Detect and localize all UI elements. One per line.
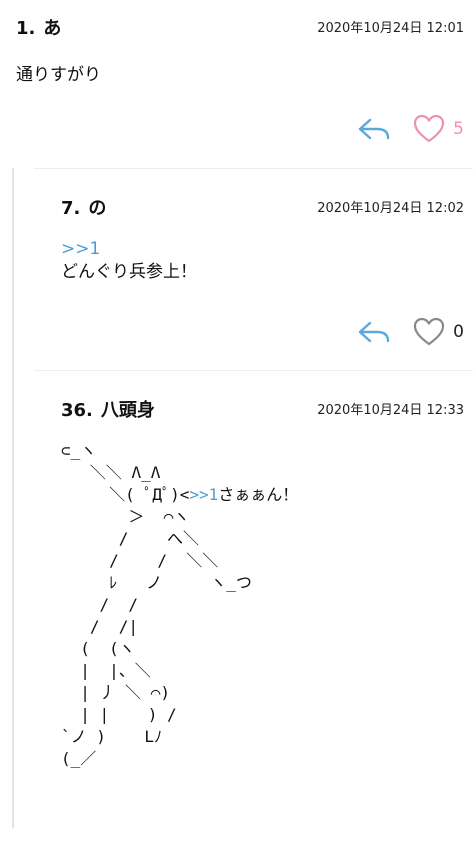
divider <box>34 168 473 169</box>
post-author: あ <box>43 18 62 39</box>
divider <box>34 370 473 371</box>
like-count: 0 <box>453 322 464 342</box>
like-count: 5 <box>453 119 464 139</box>
post-title: 1. あ <box>16 14 61 40</box>
post-author: の <box>88 198 107 219</box>
post-title: 36. 八頭身 <box>61 396 155 422</box>
reply-anchor-link[interactable]: >>1 <box>61 238 197 261</box>
ascii-art-part: ⊂_ヽ ＼＼ Λ_Λ ＼( ﾟДﾟ)< <box>61 441 190 504</box>
post-number: 36. <box>61 400 93 421</box>
like-button[interactable] <box>413 317 445 347</box>
reply-arrow-icon <box>358 321 390 343</box>
heart-icon <box>414 317 445 346</box>
heart-icon <box>414 114 445 143</box>
post-actions: 5 <box>357 112 464 146</box>
reply-button[interactable] <box>357 117 391 141</box>
post-header: 1. あ 2020年10月24日 12:01 <box>16 14 464 44</box>
post-date: 2020年10月24日 12:02 <box>317 201 464 216</box>
reply-arrow-icon <box>358 118 390 140</box>
like-button[interactable] <box>413 114 445 144</box>
post-date: 2020年10月24日 12:01 <box>317 21 464 36</box>
post-header: 36. 八頭身 2020年10月24日 12:33 <box>61 396 464 426</box>
ascii-art-body: ⊂_ヽ ＼＼ Λ_Λ ＼( ﾟДﾟ)<>>1さぁぁん！ ＞ ⌒ヽ / へ＼ / … <box>61 440 298 770</box>
post-body: >>1 どんぐり兵参上！ <box>61 238 197 284</box>
reply-anchor-link[interactable]: >>1 <box>189 485 218 504</box>
post-text: どんぐり兵参上！ <box>61 262 197 282</box>
reply-button[interactable] <box>357 320 391 344</box>
post-date: 2020年10月24日 12:33 <box>317 403 464 418</box>
post-number: 1. <box>16 18 36 39</box>
post-body: 通りすがり <box>16 65 101 85</box>
post-1: 1. あ 2020年10月24日 12:01 通りすがり 5 <box>16 14 464 154</box>
post-7: 7. の 2020年10月24日 12:02 >>1 どんぐり兵参上！ 0 <box>61 194 464 354</box>
post-header: 7. の 2020年10月24日 12:02 <box>61 194 464 224</box>
thread-line <box>12 168 14 828</box>
post-actions: 0 <box>357 315 464 349</box>
post-title: 7. の <box>61 194 106 220</box>
post-number: 7. <box>61 198 81 219</box>
ascii-art-part: さぁぁん！ ＞ ⌒ヽ / へ＼ / / ＼＼ ﾚ ノ ヽ_つ / / / /| … <box>61 485 299 768</box>
post-author: 八頭身 <box>100 400 155 421</box>
post-36: 36. 八頭身 2020年10月24日 12:33 ⊂_ヽ ＼＼ Λ_Λ ＼( ﾟ… <box>61 396 464 836</box>
